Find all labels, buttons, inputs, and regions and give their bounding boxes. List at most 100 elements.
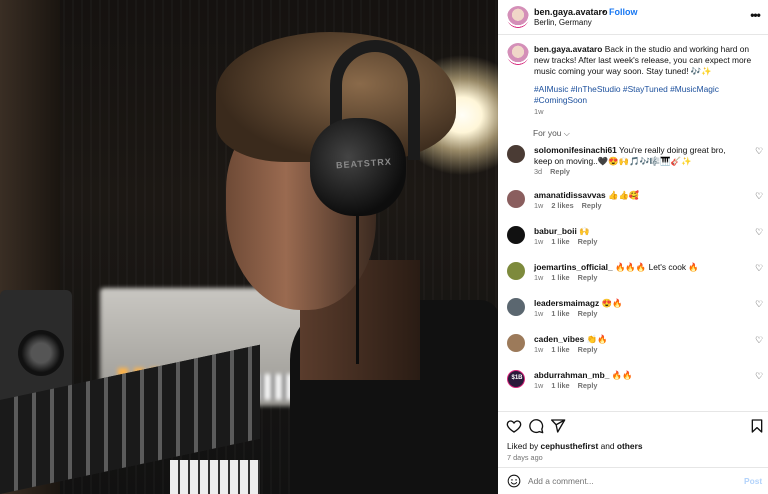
comment-time[interactable]: 1w — [534, 309, 543, 318]
reply-button[interactable]: Reply — [550, 167, 570, 176]
midi-keyboard — [170, 460, 260, 494]
comment-text: caden_vibes 👏🔥 — [534, 334, 746, 345]
comment-item: babur_boii 🙌 1w 1 like Reply ♡ — [498, 224, 768, 260]
comment-username[interactable]: solomonifesinachi61 — [534, 145, 617, 155]
comment-username[interactable]: caden_vibes — [534, 334, 584, 344]
comment-text: joemartins_official_ 🔥🔥🔥 Let's cook 🔥 — [534, 262, 746, 273]
comment-likes[interactable]: 2 likes — [551, 201, 573, 210]
comment-avatar[interactable] — [507, 334, 525, 352]
reply-button[interactable]: Reply — [578, 345, 598, 354]
comment-body: 👏🔥 — [586, 334, 608, 344]
reply-button[interactable]: Reply — [578, 273, 598, 282]
comment-sort-label: For you — [533, 128, 562, 138]
comment-avatar[interactable]: $1B — [507, 370, 525, 388]
comment-username[interactable]: abdurrahman_mb_ — [534, 370, 609, 380]
caption-username[interactable]: ben.gaya.avataro — [534, 44, 602, 54]
comment-text: abdurrahman_mb_ 🔥🔥 — [534, 370, 746, 381]
comment-meta: 1w 1 like Reply — [534, 273, 605, 282]
likes-prefix: Liked by — [507, 441, 539, 451]
comment-text: solomonifesinachi61 You're really doing … — [534, 145, 746, 167]
comment-text: leadersmaimagz 😍🔥 — [534, 298, 746, 309]
comment-meta: 1w 1 like Reply — [534, 309, 605, 318]
more-options-icon[interactable]: ••• — [748, 8, 762, 22]
save-bookmark-icon[interactable] — [749, 418, 765, 434]
comment-like-heart-icon[interactable]: ♡ — [755, 372, 764, 381]
comment-item: $1B abdurrahman_mb_ 🔥🔥 1w 1 like Reply ♡ — [498, 368, 768, 404]
comment-body: 🔥🔥🔥 Let's cook 🔥 — [615, 262, 699, 272]
add-comment-input[interactable] — [528, 473, 728, 489]
post-actions-bar — [498, 412, 768, 442]
comment-like-heart-icon[interactable]: ♡ — [755, 300, 764, 309]
comment-like-heart-icon[interactable]: ♡ — [755, 192, 764, 201]
reply-button[interactable]: Reply — [578, 237, 598, 246]
comment-time[interactable]: 3d — [534, 167, 542, 176]
follow-button[interactable]: Follow — [609, 7, 638, 17]
comment-time[interactable]: 1w — [534, 201, 543, 210]
comment-username[interactable]: babur_boii — [534, 226, 577, 236]
comment-avatar[interactable] — [507, 262, 525, 280]
comment-meta: 1w 2 likes Reply — [534, 201, 610, 210]
post-location[interactable]: Berlin, Germany — [534, 18, 592, 27]
comment-item: amanatidissavvas 👍👍🥰 1w 2 likes Reply ♡ — [498, 188, 768, 224]
comment-like-heart-icon[interactable]: ♡ — [755, 336, 764, 345]
comment-likes[interactable]: 1 like — [551, 273, 569, 282]
caption-timestamp: 1w — [534, 107, 544, 116]
author-avatar[interactable] — [507, 6, 529, 28]
comment-time[interactable]: 1w — [534, 237, 543, 246]
like-heart-icon[interactable] — [506, 418, 522, 434]
comment-body: 😍🔥 — [601, 298, 623, 308]
comment-body: 🔥🔥 — [611, 370, 633, 380]
reply-button[interactable]: Reply — [578, 309, 598, 318]
comment-like-heart-icon[interactable]: ♡ — [755, 264, 764, 273]
author-username[interactable]: ben.gaya.avataro — [534, 7, 608, 17]
comment-likes[interactable]: 1 like — [551, 309, 569, 318]
comment-time[interactable]: 1w — [534, 381, 543, 390]
comment-bubble-icon[interactable] — [528, 418, 544, 434]
comment-sort-dropdown[interactable]: For you ⌵ — [533, 128, 570, 139]
comment-time[interactable]: 1w — [534, 345, 543, 354]
comment-avatar[interactable] — [507, 145, 525, 163]
reply-button[interactable]: Reply — [578, 381, 598, 390]
comment-item: solomonifesinachi61 You're really doing … — [498, 143, 768, 179]
comment-body: 🙌 — [579, 226, 590, 236]
post-side-panel: ben.gaya.avataro • Follow Berlin, German… — [498, 0, 768, 494]
comment-like-heart-icon[interactable]: ♡ — [755, 147, 764, 156]
comment-item: leadersmaimagz 😍🔥 1w 1 like Reply ♡ — [498, 296, 768, 332]
comment-meta: 1w 1 like Reply — [534, 345, 605, 354]
post-comment-button[interactable]: Post — [744, 476, 762, 486]
post-date[interactable]: 7 days ago — [507, 453, 543, 462]
comment-likes[interactable]: 1 like — [551, 345, 569, 354]
comment-avatar[interactable] — [507, 190, 525, 208]
share-paper-plane-icon[interactable] — [550, 418, 566, 434]
reply-button[interactable]: Reply — [582, 201, 602, 210]
avatar-text: $1B — [511, 375, 523, 381]
likes-first-user[interactable]: cephusthefirst — [541, 441, 599, 451]
comment-likes[interactable]: 1 like — [551, 381, 569, 390]
likes-summary: Liked by cephusthefirst and others — [507, 441, 643, 451]
caption-text: ben.gaya.avataro Back in the studio and … — [534, 44, 760, 77]
comment-avatar[interactable] — [507, 226, 525, 244]
comments-scroll-area[interactable]: ben.gaya.avataro Back in the studio and … — [498, 35, 768, 411]
comment-item: caden_vibes 👏🔥 1w 1 like Reply ♡ — [498, 332, 768, 368]
comment-username[interactable]: leadersmaimagz — [534, 298, 599, 308]
caption-hashtags[interactable]: #AIMusic #InTheStudio #StayTuned #MusicM… — [534, 84, 760, 106]
smiley-icon[interactable] — [507, 474, 521, 488]
chevron-down-icon: ⌵ — [563, 129, 570, 138]
caption-avatar[interactable] — [507, 43, 529, 65]
comment-item: joemartins_official_ 🔥🔥🔥 Let's cook 🔥 1w 1… — [498, 260, 768, 296]
add-comment-bar: Post — [498, 468, 768, 494]
headphone-cable — [356, 214, 359, 364]
comment-time[interactable]: 1w — [534, 273, 543, 282]
post-header: ben.gaya.avataro • Follow Berlin, German… — [498, 0, 768, 34]
comment-meta: 1w 1 like Reply — [534, 237, 605, 246]
comment-meta: 1w 1 like Reply — [534, 381, 605, 390]
comment-avatar[interactable] — [507, 298, 525, 316]
comment-likes[interactable]: 1 like — [551, 237, 569, 246]
post-photo[interactable]: BEATSTRX — [0, 0, 498, 494]
comment-body: 👍👍🥰 — [608, 190, 640, 200]
likes-others-link[interactable]: others — [617, 441, 643, 451]
comment-username[interactable]: amanatidissavvas — [534, 190, 606, 200]
comment-text: babur_boii 🙌 — [534, 226, 746, 237]
comment-like-heart-icon[interactable]: ♡ — [755, 228, 764, 237]
comment-username[interactable]: joemartins_official_ — [534, 262, 613, 272]
